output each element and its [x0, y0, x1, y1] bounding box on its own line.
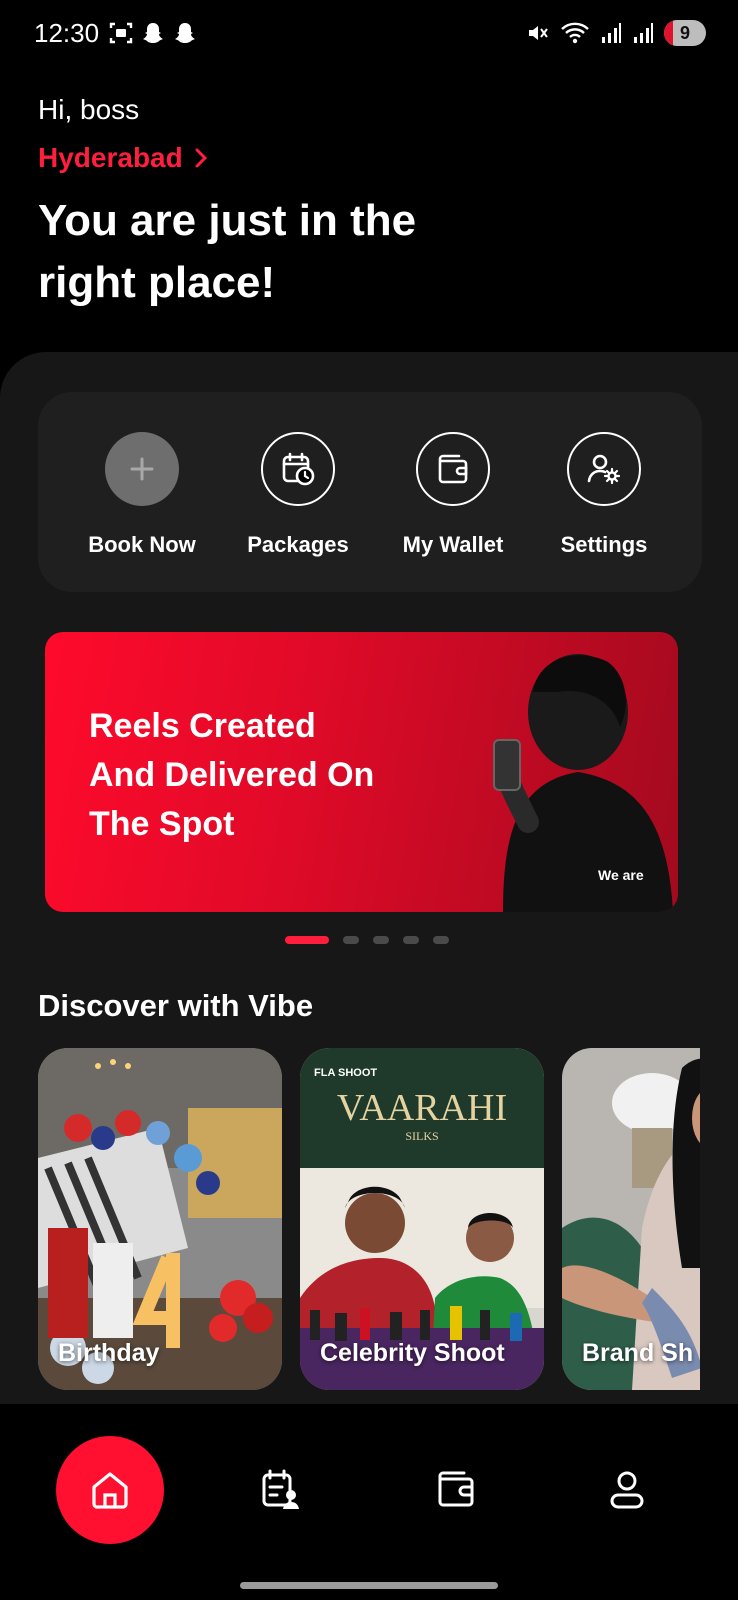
calendar-clock-icon: [261, 432, 335, 506]
notification-icons: [108, 20, 198, 46]
user-gear-icon: [567, 432, 641, 506]
carousel-dot[interactable]: [285, 936, 329, 944]
carousel-indicator: [285, 936, 449, 944]
snapchat-icon: [143, 23, 163, 43]
screenshot-icon: [109, 22, 133, 44]
wallet-icon: [416, 432, 490, 506]
watermark-logo: FLA SHOOT: [314, 1067, 377, 1079]
wifi-icon: [561, 22, 589, 44]
plus-icon: [105, 432, 179, 506]
shirt-text: We are: [598, 867, 644, 883]
chevron-right-icon: [195, 148, 207, 168]
category-card-brand-shoot[interactable]: Brand Sh: [562, 1048, 700, 1390]
carousel-dot[interactable]: [343, 936, 359, 944]
bookings-icon: [262, 1469, 299, 1509]
system-icons: 9: [526, 20, 706, 46]
category-card-birthday[interactable]: Birthday: [38, 1048, 282, 1390]
card-label: Birthday: [58, 1339, 160, 1367]
profile-icon: [610, 1471, 644, 1509]
my-wallet-button[interactable]: My Wallet: [378, 432, 528, 558]
book-now-label: Book Now: [88, 532, 196, 557]
discover-carousel: Birthday VAARAHI SILKS FLA SHOOT Celebri…: [38, 1048, 700, 1390]
packages-button[interactable]: Packages: [223, 432, 373, 558]
snapchat-icon: [175, 23, 195, 43]
battery-indicator: 9: [664, 20, 706, 46]
card-label: Celebrity Shoot: [320, 1339, 505, 1367]
greeting-text: Hi, boss: [38, 94, 140, 125]
card-label: Brand Sh: [582, 1339, 694, 1367]
nav-home-button[interactable]: [56, 1436, 164, 1544]
nav-profile-button[interactable]: [602, 1464, 652, 1514]
status-bar: 12:30 9: [0, 0, 738, 70]
sign-text: VAARAHI: [337, 1087, 507, 1129]
videographer-photo: We are: [493, 654, 673, 912]
settings-button[interactable]: Settings: [529, 432, 679, 558]
book-now-button[interactable]: Book Now: [67, 432, 217, 558]
home-icon: [92, 1472, 128, 1509]
battery-level: 9: [679, 22, 690, 43]
nav-wallet-button[interactable]: [431, 1464, 481, 1514]
carousel-dot[interactable]: [433, 936, 449, 944]
carousel-dot[interactable]: [373, 936, 389, 944]
settings-label: Settings: [560, 532, 648, 557]
headline: You are just in the right place!: [38, 196, 417, 307]
mute-icon: [529, 26, 548, 40]
wallet-icon: [438, 1471, 474, 1507]
carousel-dot[interactable]: [403, 936, 419, 944]
gesture-bar[interactable]: [240, 1582, 498, 1589]
banner-text: Reels Created And Delivered On The Spot: [89, 707, 375, 843]
bottom-nav: [0, 1404, 738, 1600]
signal-icon: [602, 23, 621, 43]
my-wallet-label: My Wallet: [402, 532, 504, 557]
status-time: 12:30: [34, 18, 100, 48]
promo-banner[interactable]: Reels Created And Delivered On The Spot …: [45, 632, 678, 912]
discover-title: Discover with Vibe: [38, 988, 314, 1023]
nav-bookings-button[interactable]: [256, 1464, 306, 1514]
category-card-celebrity-shoot[interactable]: VAARAHI SILKS FLA SHOOT Celebrity Shoot: [300, 1048, 544, 1390]
city-selector[interactable]: Hyderabad: [38, 142, 209, 174]
sign-subtext: SILKS: [405, 1129, 438, 1143]
city-label: Hyderabad: [38, 142, 183, 173]
signal-icon: [634, 23, 653, 43]
packages-label: Packages: [247, 532, 349, 557]
